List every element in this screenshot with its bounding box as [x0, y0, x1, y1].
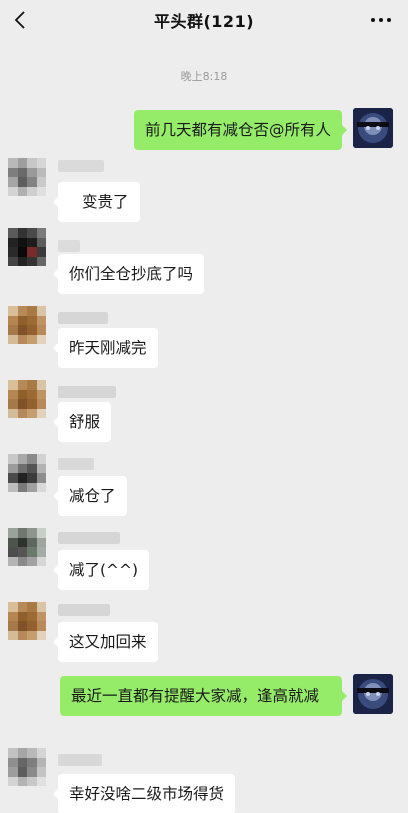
sender-name-redacted	[58, 604, 110, 616]
avatar[interactable]	[353, 674, 393, 714]
message-bubble-self[interactable]: 最近一直都有提醒大家减，逢高就减	[60, 676, 347, 716]
avatar[interactable]	[8, 380, 46, 418]
message-bubble-other[interactable]: 减仓了	[53, 476, 127, 516]
message-bubble-other[interactable]: 变贵了	[53, 182, 140, 222]
avatar[interactable]	[353, 108, 393, 148]
back-button[interactable]	[6, 6, 34, 34]
avatar[interactable]	[8, 454, 46, 492]
message-bubble-other[interactable]: 这又加回来	[53, 622, 158, 662]
avatar[interactable]	[8, 228, 46, 266]
message-bubble-self[interactable]: 前几天都有减仓否@所有人	[133, 110, 348, 150]
sender-name-redacted	[58, 312, 108, 324]
more-dots-icon	[371, 18, 391, 22]
sender-name-redacted	[58, 160, 104, 172]
avatar[interactable]	[8, 602, 46, 640]
chevron-left-icon	[14, 11, 25, 29]
message-bubble-other[interactable]: 减了(^^)	[52, 550, 150, 590]
message-bubble-other[interactable]: 你们全仓抄底了吗	[52, 254, 205, 294]
avatar[interactable]	[8, 748, 46, 786]
message-timestamp: 晚上8:18	[180, 70, 228, 83]
avatar[interactable]	[8, 306, 46, 344]
sender-name-redacted	[58, 458, 94, 470]
chat-title: 平头群(121)	[153, 12, 255, 31]
message-bubble-other[interactable]: 幸好没啥二级市场得货	[52, 774, 236, 813]
sender-name-redacted	[58, 240, 80, 252]
avatar[interactable]	[8, 528, 46, 566]
sender-name-redacted	[58, 532, 120, 544]
chat-header: 平头群(121)	[0, 0, 408, 40]
avatar-image-icon	[353, 108, 393, 148]
avatar-image-icon	[353, 674, 393, 714]
sender-name-redacted	[58, 754, 102, 766]
more-options-button[interactable]	[368, 8, 394, 32]
sender-name-redacted	[58, 386, 116, 398]
message-bubble-other[interactable]: 昨天刚减完	[53, 328, 158, 368]
avatar[interactable]	[8, 158, 46, 196]
message-bubble-other[interactable]: 舒服	[52, 402, 112, 442]
